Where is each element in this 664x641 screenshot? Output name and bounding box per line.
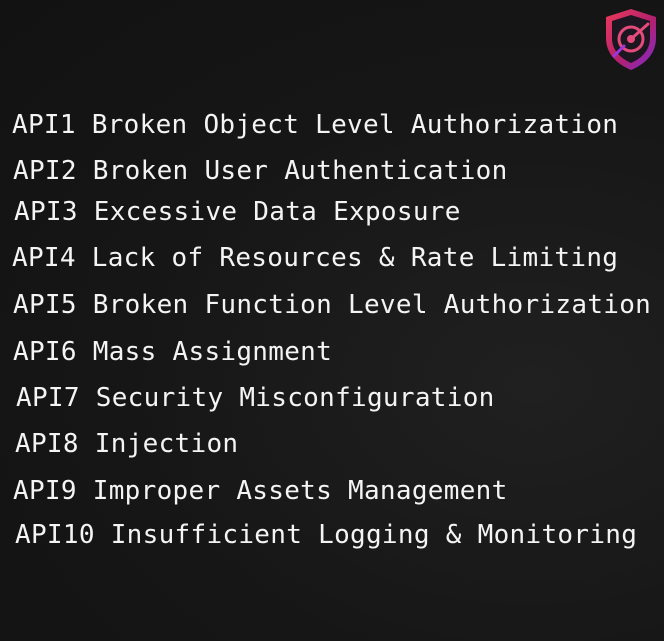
- list-item-api2: API2 Broken User Authentication: [13, 156, 508, 186]
- list-item-api10: API10 Insufficient Logging & Monitoring: [15, 520, 638, 550]
- list-item-api5: API5 Broken Function Level Authorization: [13, 290, 652, 320]
- shield-logo-icon: [602, 6, 660, 72]
- list-item-api4: API4 Lack of Resources & Rate Limiting: [12, 243, 619, 273]
- list-item-api8: API8 Injection: [15, 429, 239, 459]
- list-item-api9: API9 Improper Assets Management: [13, 476, 508, 506]
- list-item-api3: API3 Excessive Data Exposure: [14, 197, 461, 227]
- list-item-api7: API7 Security Misconfiguration: [16, 383, 495, 413]
- list-item-api1: API1 Broken Object Level Authorization: [12, 110, 619, 140]
- list-item-api6: API6 Mass Assignment: [13, 337, 333, 367]
